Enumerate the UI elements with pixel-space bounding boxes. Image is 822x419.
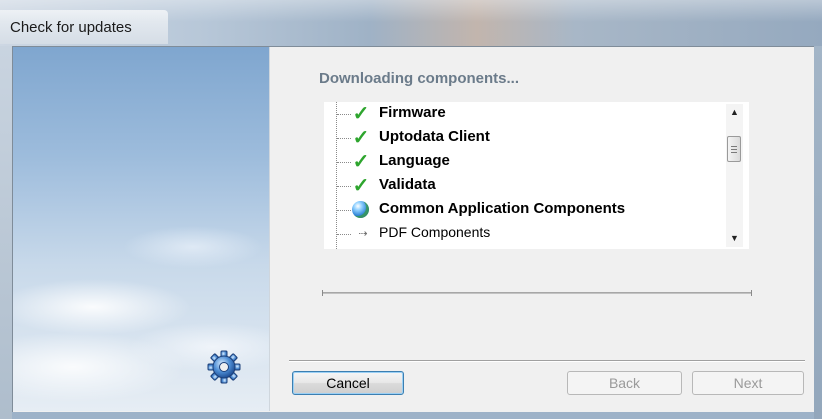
tree-scrollbar[interactable]: ▲ ▼ <box>726 104 743 247</box>
check-icon: ✓ <box>352 127 370 149</box>
cancel-button[interactable]: Cancel <box>292 371 404 395</box>
scroll-thumb[interactable] <box>727 136 741 162</box>
tree-item-label: Firmware <box>379 104 446 121</box>
tree-branch-line <box>337 234 351 235</box>
back-button[interactable]: Back <box>567 371 682 395</box>
tree-item-label: Common Application Components <box>379 200 626 217</box>
scroll-up-arrow-icon[interactable]: ▲ <box>726 104 743 121</box>
tree-item-label: PDF Components <box>379 224 491 240</box>
progress-track <box>323 292 751 294</box>
tree-item-common-application-components[interactable]: Common Application Components <box>324 198 724 222</box>
download-progress-bar <box>322 290 752 296</box>
tree-item-label: Uptodata Client <box>379 128 490 145</box>
component-tree[interactable]: ✓ Firmware ✓ Uptodata Client ✓ Language … <box>324 102 749 249</box>
title-bar[interactable]: Check for updates <box>0 0 822 46</box>
check-for-updates-window: Check for updates Downloading components… <box>0 0 822 419</box>
gear-icon <box>206 349 242 385</box>
window-title: Check for updates <box>10 19 132 36</box>
tree-item-uptodata-client[interactable]: ✓ Uptodata Client <box>324 126 724 150</box>
tree-item-label: Validata <box>379 176 436 193</box>
tree-item-firmware[interactable]: ✓ Firmware <box>324 102 724 126</box>
scroll-down-arrow-icon[interactable]: ▼ <box>726 230 743 247</box>
grip-line <box>731 152 737 153</box>
check-icon: ✓ <box>352 151 370 173</box>
tree-item-pdf-components[interactable]: ⇢ PDF Components <box>324 222 724 246</box>
window-frame-right <box>814 46 822 419</box>
tree-branch-line <box>337 210 351 211</box>
tree-item-label: Language <box>379 152 450 169</box>
dialog-client-area: Downloading components... ✓ Firmware ✓ U… <box>12 46 814 412</box>
button-area-divider <box>289 360 805 362</box>
check-icon: ✓ <box>352 103 370 125</box>
grip-line <box>731 146 737 147</box>
status-heading: Downloading components... <box>319 70 519 87</box>
tree-item-validata[interactable]: ✓ Validata <box>324 174 724 198</box>
grip-line <box>731 149 737 150</box>
arrow-icon: ⇢ <box>358 228 368 240</box>
next-button[interactable]: Next <box>692 371 804 395</box>
tree-item-language[interactable]: ✓ Language <box>324 150 724 174</box>
globe-icon <box>352 201 369 218</box>
window-frame-left <box>0 46 12 419</box>
check-icon: ✓ <box>352 175 370 197</box>
